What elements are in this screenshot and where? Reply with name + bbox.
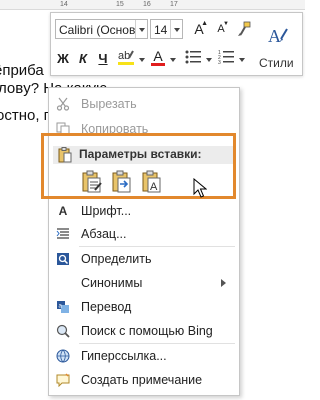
menu-item-label: Определить: [81, 252, 152, 266]
styles-icon: A: [268, 26, 288, 45]
highlighter-icon: ab: [118, 50, 134, 65]
menu-item-label: Шрифт...: [81, 204, 132, 218]
menu-item-label: Синонимы: [81, 276, 143, 290]
svg-text:3: 3: [218, 60, 221, 65]
menu-item-label: Гиперссылка...: [81, 349, 167, 363]
menu-item-label: Перевод: [81, 300, 132, 314]
font-name-value: Calibri (Основ: [59, 23, 136, 37]
ruler: 14 15 16 17: [0, 0, 305, 10]
menu-item-bing-search[interactable]: Поиск с помощью Bing: [49, 319, 239, 343]
paragraph-icon: [55, 226, 71, 242]
svg-text:A: A: [268, 26, 281, 45]
svg-text:ab: ab: [118, 50, 130, 62]
styles-label: Стили: [259, 56, 294, 70]
menu-item-cut[interactable]: Вырезать: [49, 92, 239, 116]
bullets-button[interactable]: [183, 47, 205, 67]
hyperlink-icon: [55, 348, 71, 364]
comment-icon: [55, 372, 71, 388]
menu-item-translate[interactable]: a Перевод: [49, 295, 239, 319]
format-painter-icon: [238, 21, 251, 36]
italic-button[interactable]: К: [75, 48, 91, 68]
scissors-icon: [55, 96, 71, 112]
submenu-arrow-icon: [221, 279, 230, 287]
menu-item-font[interactable]: A Шрифт...: [49, 199, 239, 223]
menu-item-label: Абзац...: [81, 227, 127, 241]
menu-item-paragraph[interactable]: Абзац...: [49, 222, 239, 246]
styles-button[interactable]: A: [261, 17, 295, 53]
ruler-number: 16: [143, 1, 151, 8]
ruler-number: 17: [170, 1, 178, 8]
translate-icon: a: [55, 299, 71, 315]
document-text-line: остно, г: [0, 107, 50, 124]
font-icon: A: [58, 204, 68, 218]
menu-item-synonyms[interactable]: Синонимы: [49, 271, 239, 295]
grow-font-button[interactable]: A ▲: [189, 19, 209, 39]
format-painter-button[interactable]: [234, 19, 254, 39]
bullet-list-icon: [185, 50, 201, 64]
font-color-bar: [151, 62, 165, 66]
menu-item-define[interactable]: Определить: [49, 247, 239, 271]
menu-item-label: Поиск с помощью Bing: [81, 324, 213, 338]
chevron-down-icon[interactable]: [206, 58, 212, 65]
shrink-font-button[interactable]: A ▼: [211, 19, 231, 39]
font-size-value: 14: [154, 23, 168, 37]
font-color-button[interactable]: A: [149, 47, 167, 67]
font-color-icon: A: [153, 47, 163, 64]
chevron-down-icon[interactable]: [135, 20, 147, 38]
chevron-down-icon[interactable]: [139, 58, 145, 65]
document-text-line: ёприба: [0, 62, 44, 79]
menu-item-label: Вырезать: [81, 97, 137, 111]
highlight-color-button[interactable]: ab: [115, 47, 137, 67]
underline-button[interactable]: Ч: [95, 48, 111, 68]
menu-item-label: Создать примечание: [81, 373, 203, 387]
numbering-button[interactable]: 1 2 3: [216, 47, 238, 67]
mouse-pointer-icon: [193, 178, 207, 198]
menu-item-hyperlink[interactable]: Гиперссылка...: [49, 344, 239, 368]
font-name-select[interactable]: Calibri (Основ: [55, 19, 148, 39]
chevron-down-icon[interactable]: [239, 58, 245, 65]
numbered-list-icon: 1 2 3: [218, 50, 234, 65]
caret-down-icon: ▼: [223, 21, 229, 27]
caret-up-icon: ▲: [201, 20, 208, 27]
chevron-down-icon[interactable]: [170, 20, 182, 38]
bold-button[interactable]: Ж: [55, 48, 71, 68]
menu-item-new-comment[interactable]: Создать примечание: [49, 368, 239, 392]
mini-toolbar: Calibri (Основ 14 A ▲ A ▼ A Стили Ж К Ч …: [50, 12, 303, 76]
define-icon: [55, 251, 71, 267]
font-size-select[interactable]: 14: [150, 19, 183, 39]
ruler-number: 15: [116, 1, 124, 8]
ruler-number: 14: [60, 1, 68, 8]
chevron-down-icon[interactable]: [170, 58, 176, 65]
search-icon: [55, 323, 71, 339]
